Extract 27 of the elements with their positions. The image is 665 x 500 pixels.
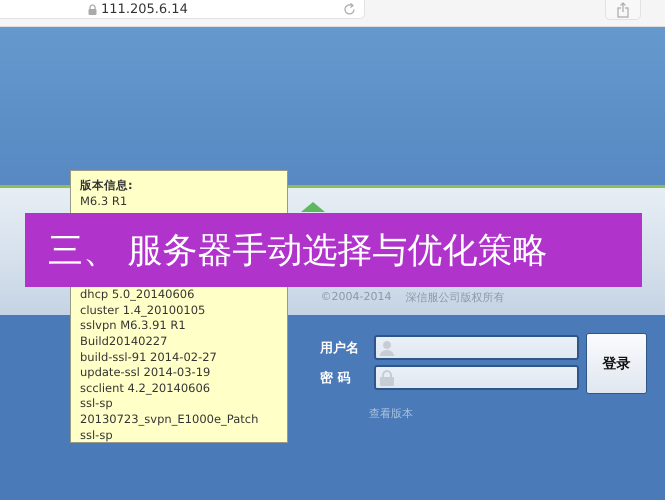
version-line: ssl-sp [80,396,114,412]
password-field[interactable] [374,365,579,390]
version-line: update-ssl 2014-03-19 [80,365,212,381]
lock-icon [380,370,394,386]
version-line: Build20140227 [80,334,168,350]
username-label: 用户名 [320,340,360,356]
copyright-owner: 深信服公司版权所有 [405,290,504,305]
version-line: dhcp 5.0_20140606 [80,287,196,303]
version-line: ssl-sp [80,428,114,444]
version-line: scclient 4.2_20140606 [80,380,212,396]
copyright-years: ©2004-2014 [320,290,392,305]
version-line: build-ssl-91 2014-02-27 [80,350,218,366]
version-line: M6.3 R1 [80,194,128,210]
version-line: sslvpn M6.3.91 R1 [80,318,187,334]
version-line: 20130723_svpn_E1000e_Patch [80,412,260,428]
tooltip-title: 版本信息: [80,178,134,194]
triangle-icon [300,202,324,212]
banner-title: 三、 服务器手动选择与优化策略 [48,230,548,272]
url-text: 111.205.6.14 [101,2,189,16]
share-icon [617,2,629,18]
username-field[interactable] [374,335,579,360]
login-button[interactable]: 登录 [586,333,647,394]
password-label: 密 码 [320,370,352,386]
person-icon [380,340,394,356]
version-line: cluster 1.4_20100105 [80,302,206,318]
address-bar[interactable]: 111.205.6.14 [0,0,365,19]
lock-icon [88,4,97,14]
